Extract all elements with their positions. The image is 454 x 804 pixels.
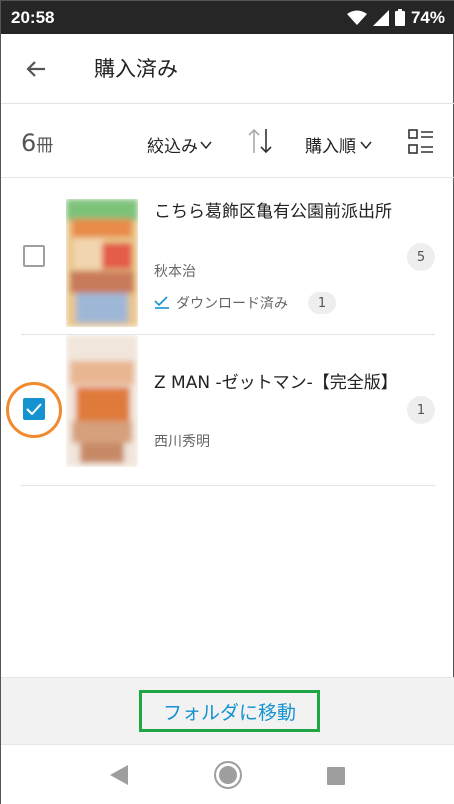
volume-count-badge: 5 bbox=[407, 243, 435, 271]
download-status: ダウンロード済み 1 bbox=[154, 292, 336, 314]
system-nav-bar bbox=[1, 744, 454, 804]
book-title: Z MAN -ゼットマン-【完全版】 bbox=[154, 373, 398, 393]
book-cover-thumbnail bbox=[66, 199, 138, 327]
book-cover-thumbnail bbox=[66, 335, 138, 467]
move-to-folder-button[interactable]: フォルダに移動 bbox=[139, 690, 320, 732]
wifi-icon bbox=[346, 10, 367, 25]
status-bar: 20:58 74% bbox=[1, 1, 454, 34]
chevron-down-icon bbox=[200, 141, 212, 149]
item-count-value: 6 bbox=[21, 129, 37, 157]
nav-home-icon[interactable] bbox=[213, 760, 243, 790]
sort-arrows-icon bbox=[248, 128, 272, 154]
arrow-left-icon bbox=[26, 61, 45, 77]
page-title: 購入済み bbox=[94, 57, 178, 81]
nav-recents-icon[interactable] bbox=[327, 767, 345, 785]
item-checkbox[interactable] bbox=[23, 245, 45, 267]
item-count: 6冊 bbox=[21, 129, 53, 157]
app-bar: 購入済み bbox=[1, 34, 454, 104]
nav-back-icon[interactable] bbox=[109, 764, 129, 786]
chevron-down-icon bbox=[360, 141, 372, 149]
battery-icon bbox=[394, 9, 405, 26]
list-toolbar: 6冊 絞込み 購入順 bbox=[1, 105, 454, 178]
list-item[interactable]: Z MAN -ゼットマン-【完全版】 西川秀明 1 bbox=[21, 335, 435, 486]
status-icons: 74% bbox=[346, 7, 445, 28]
sort-order-label: 購入順 bbox=[305, 137, 356, 157]
layout-toggle-button[interactable] bbox=[408, 129, 434, 159]
sort-direction-button[interactable] bbox=[247, 127, 273, 159]
filter-label: 絞込み bbox=[147, 137, 198, 157]
highlight-circle bbox=[6, 382, 62, 438]
download-check-icon bbox=[154, 296, 169, 309]
volume-count-badge: 1 bbox=[407, 396, 435, 424]
book-author: 秋本治 bbox=[154, 264, 196, 280]
signal-icon bbox=[372, 9, 389, 26]
list-item[interactable]: こちら葛飾区亀有公園前派出所 秋本治 ダウンロード済み 1 5 bbox=[21, 179, 435, 335]
filter-button[interactable]: 絞込み bbox=[147, 132, 212, 157]
book-title: こちら葛飾区亀有公園前派出所 bbox=[154, 202, 392, 222]
back-button[interactable] bbox=[21, 54, 51, 84]
sort-order-button[interactable]: 購入順 bbox=[305, 132, 372, 157]
battery-percent: 74% bbox=[410, 7, 445, 27]
downloaded-count-badge: 1 bbox=[308, 292, 336, 314]
book-author: 西川秀明 bbox=[154, 434, 210, 450]
status-time: 20:58 bbox=[11, 7, 55, 27]
download-status-label: ダウンロード済み bbox=[176, 296, 288, 312]
bottom-action-bar: フォルダに移動 bbox=[1, 677, 454, 744]
item-count-unit: 冊 bbox=[36, 136, 54, 156]
list-view-icon bbox=[408, 129, 433, 154]
